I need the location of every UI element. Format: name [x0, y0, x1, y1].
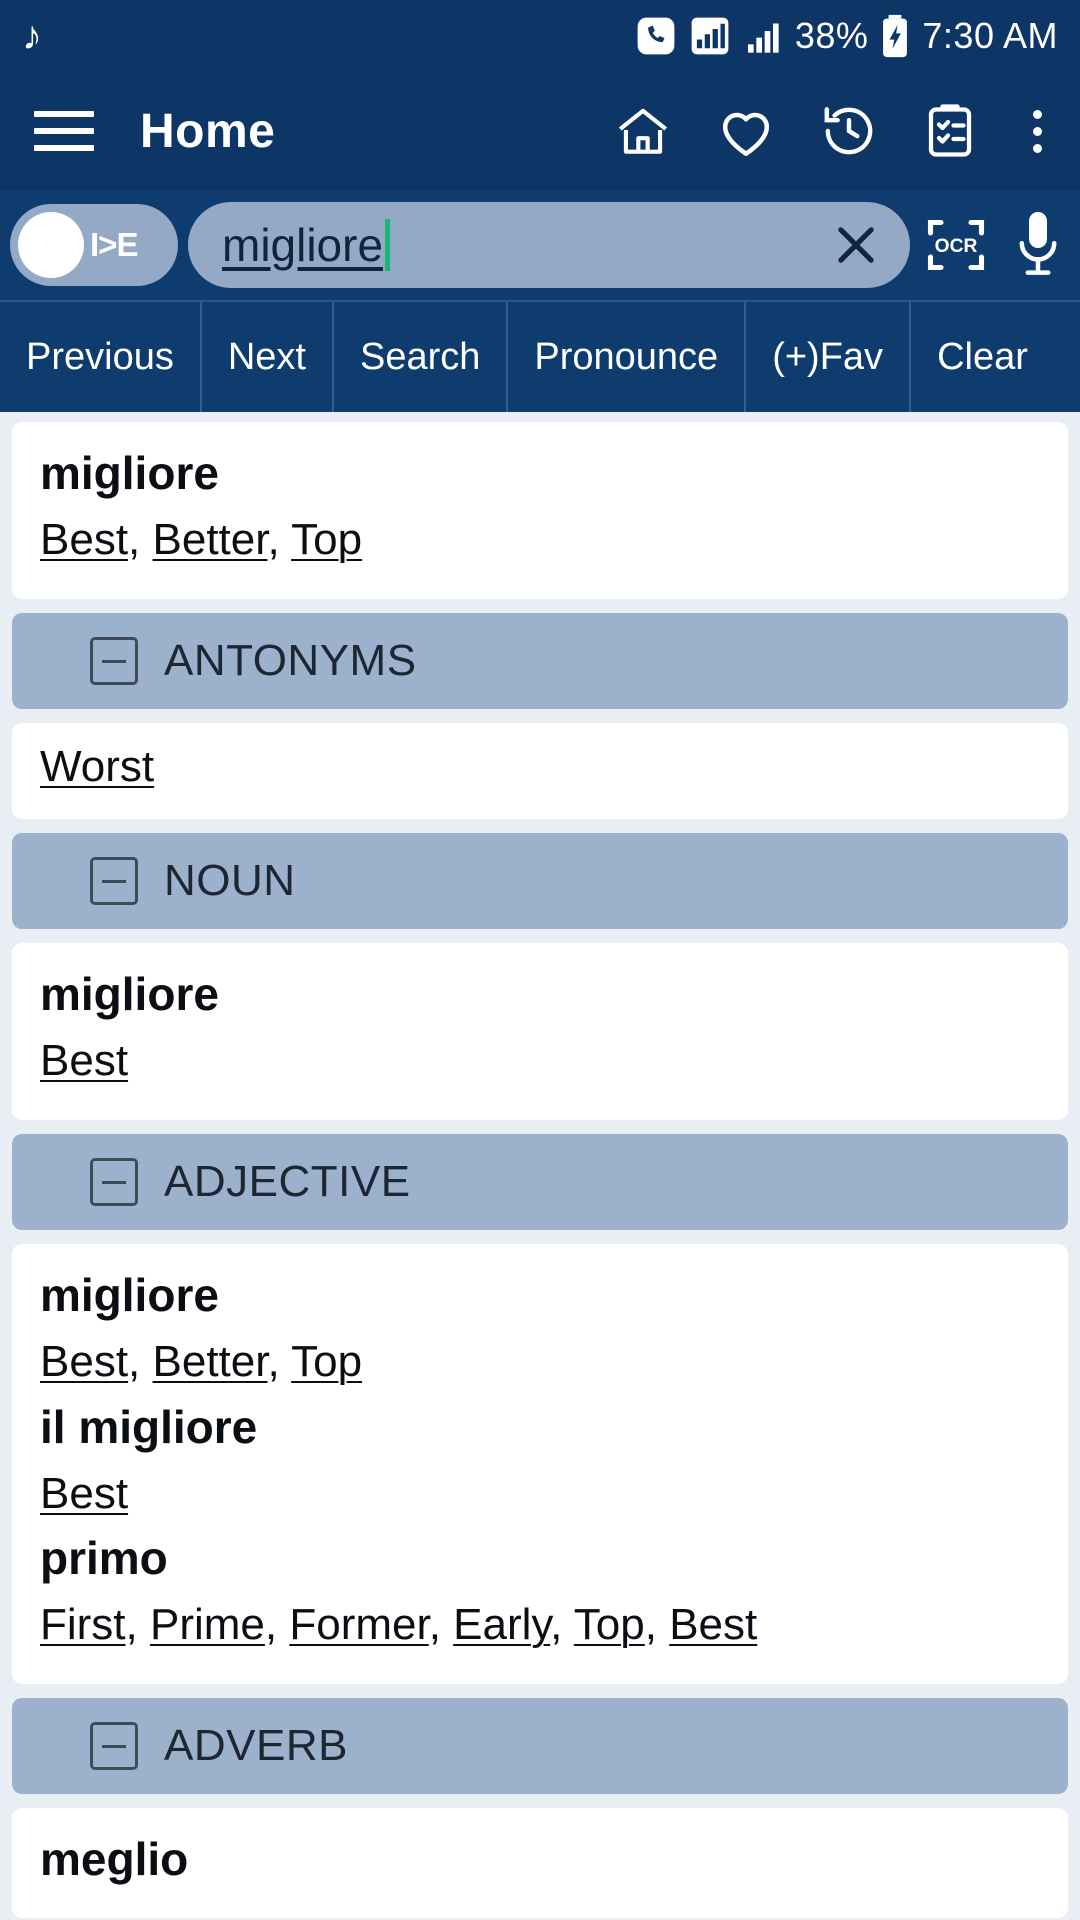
clipboard-list-icon[interactable]	[920, 101, 980, 161]
separator: ,	[428, 1599, 454, 1649]
section-title: ADVERB	[164, 1721, 348, 1771]
collapse-minus-icon[interactable]	[90, 637, 138, 686]
meaning-link[interactable]: Better	[153, 515, 268, 564]
meaning-link[interactable]: Best	[40, 1337, 128, 1386]
meaning-link[interactable]: First	[40, 1600, 126, 1649]
search-input-value: migliore	[222, 219, 384, 271]
search-input[interactable]: migliore	[188, 202, 910, 288]
section-header-adverb[interactable]: ADVERB	[12, 1698, 1068, 1795]
app-bar: Home	[0, 72, 1080, 190]
results-list[interactable]: migliore Best, Better, Top ANTONYMS Wors…	[0, 412, 1080, 1920]
previous-button[interactable]: Previous	[0, 302, 202, 412]
meaning-link[interactable]: Top	[291, 515, 362, 564]
meaning-link[interactable]: Top	[291, 1337, 362, 1386]
status-bar-time: 7:30 AM	[922, 15, 1058, 56]
separator: ,	[128, 1337, 153, 1387]
language-direction-label: I>E	[90, 226, 138, 263]
entry-meanings[interactable]: Best	[40, 1464, 1040, 1523]
separator: ,	[267, 515, 292, 564]
page-title: Home	[140, 104, 276, 158]
collapse-minus-icon[interactable]	[90, 1722, 138, 1771]
phone-call-icon	[635, 15, 677, 57]
result-card-main[interactable]: migliore Best, Better, Top	[12, 422, 1068, 600]
entry-headword: migliore	[40, 447, 219, 499]
entry-headword: meglio	[40, 1833, 189, 1886]
result-card-noun[interactable]: migliore Best	[12, 942, 1068, 1121]
close-x-icon[interactable]	[828, 217, 884, 273]
result-card-antonyms[interactable]: Worst	[12, 723, 1068, 819]
separator: ,	[644, 1599, 670, 1649]
status-bar-left: ♪	[22, 16, 635, 56]
separator: ,	[550, 1599, 574, 1649]
section-title: NOUN	[164, 855, 296, 905]
microphone-icon[interactable]	[1010, 206, 1066, 284]
music-note-icon: ♪	[22, 14, 42, 58]
battery-percentage: 38%	[794, 15, 869, 56]
entry-headword: il migliore	[40, 1400, 258, 1453]
entry-meanings[interactable]: First, Prime, Former, Early, Top, Best	[40, 1595, 1040, 1654]
search-bar: I>E migliore OCR	[0, 190, 1080, 300]
meaning-link[interactable]: Worst	[40, 742, 154, 791]
action-button-bar: Previous Next Search Pronounce (+)Fav Cl…	[0, 300, 1080, 412]
meaning-link[interactable]: Early	[453, 1600, 550, 1649]
meaning-link[interactable]: Prime	[150, 1600, 265, 1649]
entry-meanings[interactable]: Best	[40, 1031, 1040, 1090]
status-bar-right: 38% 7:30 AM	[635, 14, 1058, 58]
svg-text:OCR: OCR	[935, 236, 978, 257]
history-clock-icon[interactable]	[818, 100, 880, 162]
more-options-icon[interactable]	[1030, 109, 1044, 153]
text-cursor	[385, 219, 391, 271]
meaning-link[interactable]: Best	[40, 1469, 128, 1518]
cellular-signal-icon	[689, 15, 731, 57]
pronounce-button[interactable]: Pronounce	[508, 302, 747, 412]
entry-headword: primo	[40, 1531, 168, 1584]
separator: ,	[267, 1337, 292, 1387]
entry-meanings[interactable]: Best, Better, Top	[40, 1332, 1040, 1391]
home-icon[interactable]	[612, 100, 674, 162]
add-favorite-button[interactable]: (+)Fav	[746, 302, 912, 412]
search-button[interactable]: Search	[334, 302, 509, 412]
collapse-minus-icon[interactable]	[90, 1158, 138, 1207]
meaning-link[interactable]: Best	[40, 515, 128, 564]
meaning-link[interactable]: Former	[289, 1600, 428, 1649]
meaning-link[interactable]: Best	[40, 1036, 128, 1085]
result-card-adjective[interactable]: migliore Best, Better, Top il migliore B…	[12, 1244, 1068, 1685]
ocr-scan-icon[interactable]: OCR	[920, 209, 992, 281]
status-bar: ♪ 38% 7:30 AM	[0, 0, 1080, 72]
section-header-noun[interactable]: NOUN	[12, 832, 1068, 929]
entry-meanings[interactable]: Worst	[40, 737, 1040, 796]
search-input-value-wrap: migliore	[222, 218, 818, 272]
toggle-knob	[18, 212, 84, 278]
language-direction-toggle[interactable]: I>E	[10, 204, 178, 286]
entry-headword: migliore	[40, 1269, 219, 1322]
section-title: ANTONYMS	[164, 636, 417, 686]
section-header-antonyms[interactable]: ANTONYMS	[12, 613, 1068, 710]
clear-button[interactable]: Clear	[911, 302, 1054, 412]
section-title: ADJECTIVE	[164, 1157, 411, 1207]
section-header-adjective[interactable]: ADJECTIVE	[12, 1134, 1068, 1231]
hamburger-menu-icon[interactable]	[34, 111, 94, 151]
battery-charging-icon	[880, 14, 910, 58]
next-button[interactable]: Next	[202, 302, 334, 412]
meaning-link[interactable]: Best	[669, 1600, 757, 1649]
collapse-minus-icon[interactable]	[90, 856, 138, 905]
meaning-link[interactable]: Top	[574, 1600, 645, 1649]
cellular-signal-icon	[743, 16, 783, 56]
favorites-heart-icon[interactable]	[714, 99, 778, 163]
app-bar-actions	[612, 99, 1054, 163]
entry-meanings[interactable]: Best, Better, Top	[40, 510, 1040, 569]
entry-headword: migliore	[40, 967, 219, 1020]
separator: ,	[264, 1599, 290, 1649]
result-card-adverb[interactable]: meglio	[12, 1808, 1068, 1919]
separator: ,	[125, 1599, 150, 1649]
separator: ,	[128, 515, 153, 564]
meaning-link[interactable]: Better	[153, 1337, 268, 1386]
